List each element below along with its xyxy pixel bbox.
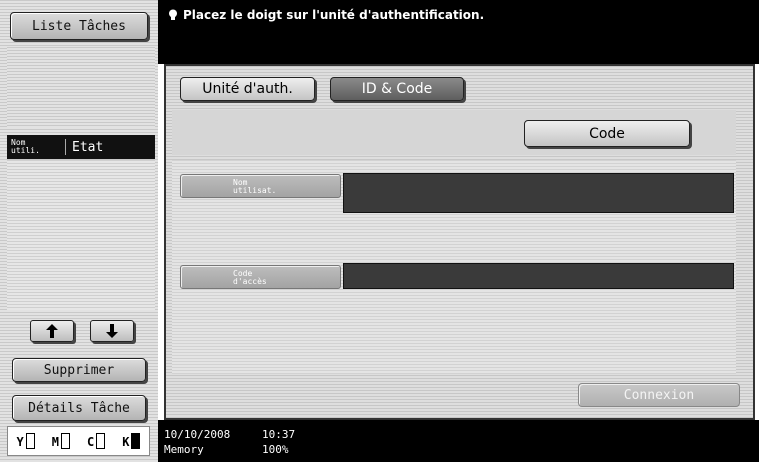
toner-black-fill [132,434,140,448]
toner-levels: Y M C K [7,426,150,456]
job-list-header: Nom utili. Etat [7,135,155,159]
job-list-area-top [7,47,155,127]
instruction-message: Placez le doigt sur l'unité d'authentifi… [183,8,485,22]
toner-black: K [122,433,141,449]
status-time: 10:37 [262,428,296,441]
status-bar: 10/10/2008 10:37 Memory 100% [158,420,759,462]
code-button[interactable]: Code [524,120,690,147]
status-memory-value: 100% [262,443,289,456]
job-list-button[interactable]: Liste Tâches [10,12,148,40]
tab-auth-unit[interactable]: Unité d'auth. [180,77,315,101]
arrow-up-icon [46,324,58,338]
status-memory-label: Memory [164,443,204,456]
toner-yellow: Y [17,433,35,449]
column-status-header: Etat [72,139,104,155]
status-date: 10/10/2008 [164,428,231,441]
tab-id-code[interactable]: ID & Code [330,77,464,101]
password-label-button[interactable]: Code d'accès [180,265,341,289]
delete-button[interactable]: Supprimer [12,358,146,382]
scroll-up-button[interactable] [30,320,74,342]
left-panel: Liste Tâches Nom utili. Etat Supprimer Dé… [0,0,158,462]
message-area: Placez le doigt sur l'unité d'authentifi… [168,8,484,22]
login-button[interactable]: Connexion [578,383,740,407]
username-field[interactable] [343,173,734,213]
password-field[interactable] [343,263,734,289]
toner-magenta: M [52,433,70,449]
arrow-down-icon [106,324,118,338]
username-label-button[interactable]: Nom utilisat. [180,174,341,198]
lightbulb-icon [169,9,177,20]
column-user-header: Nom utili. [7,139,66,155]
toner-cyan: C [87,433,106,449]
job-details-button[interactable]: Détails Tâche [12,395,146,421]
job-list [7,160,155,310]
scroll-down-button[interactable] [90,320,134,342]
